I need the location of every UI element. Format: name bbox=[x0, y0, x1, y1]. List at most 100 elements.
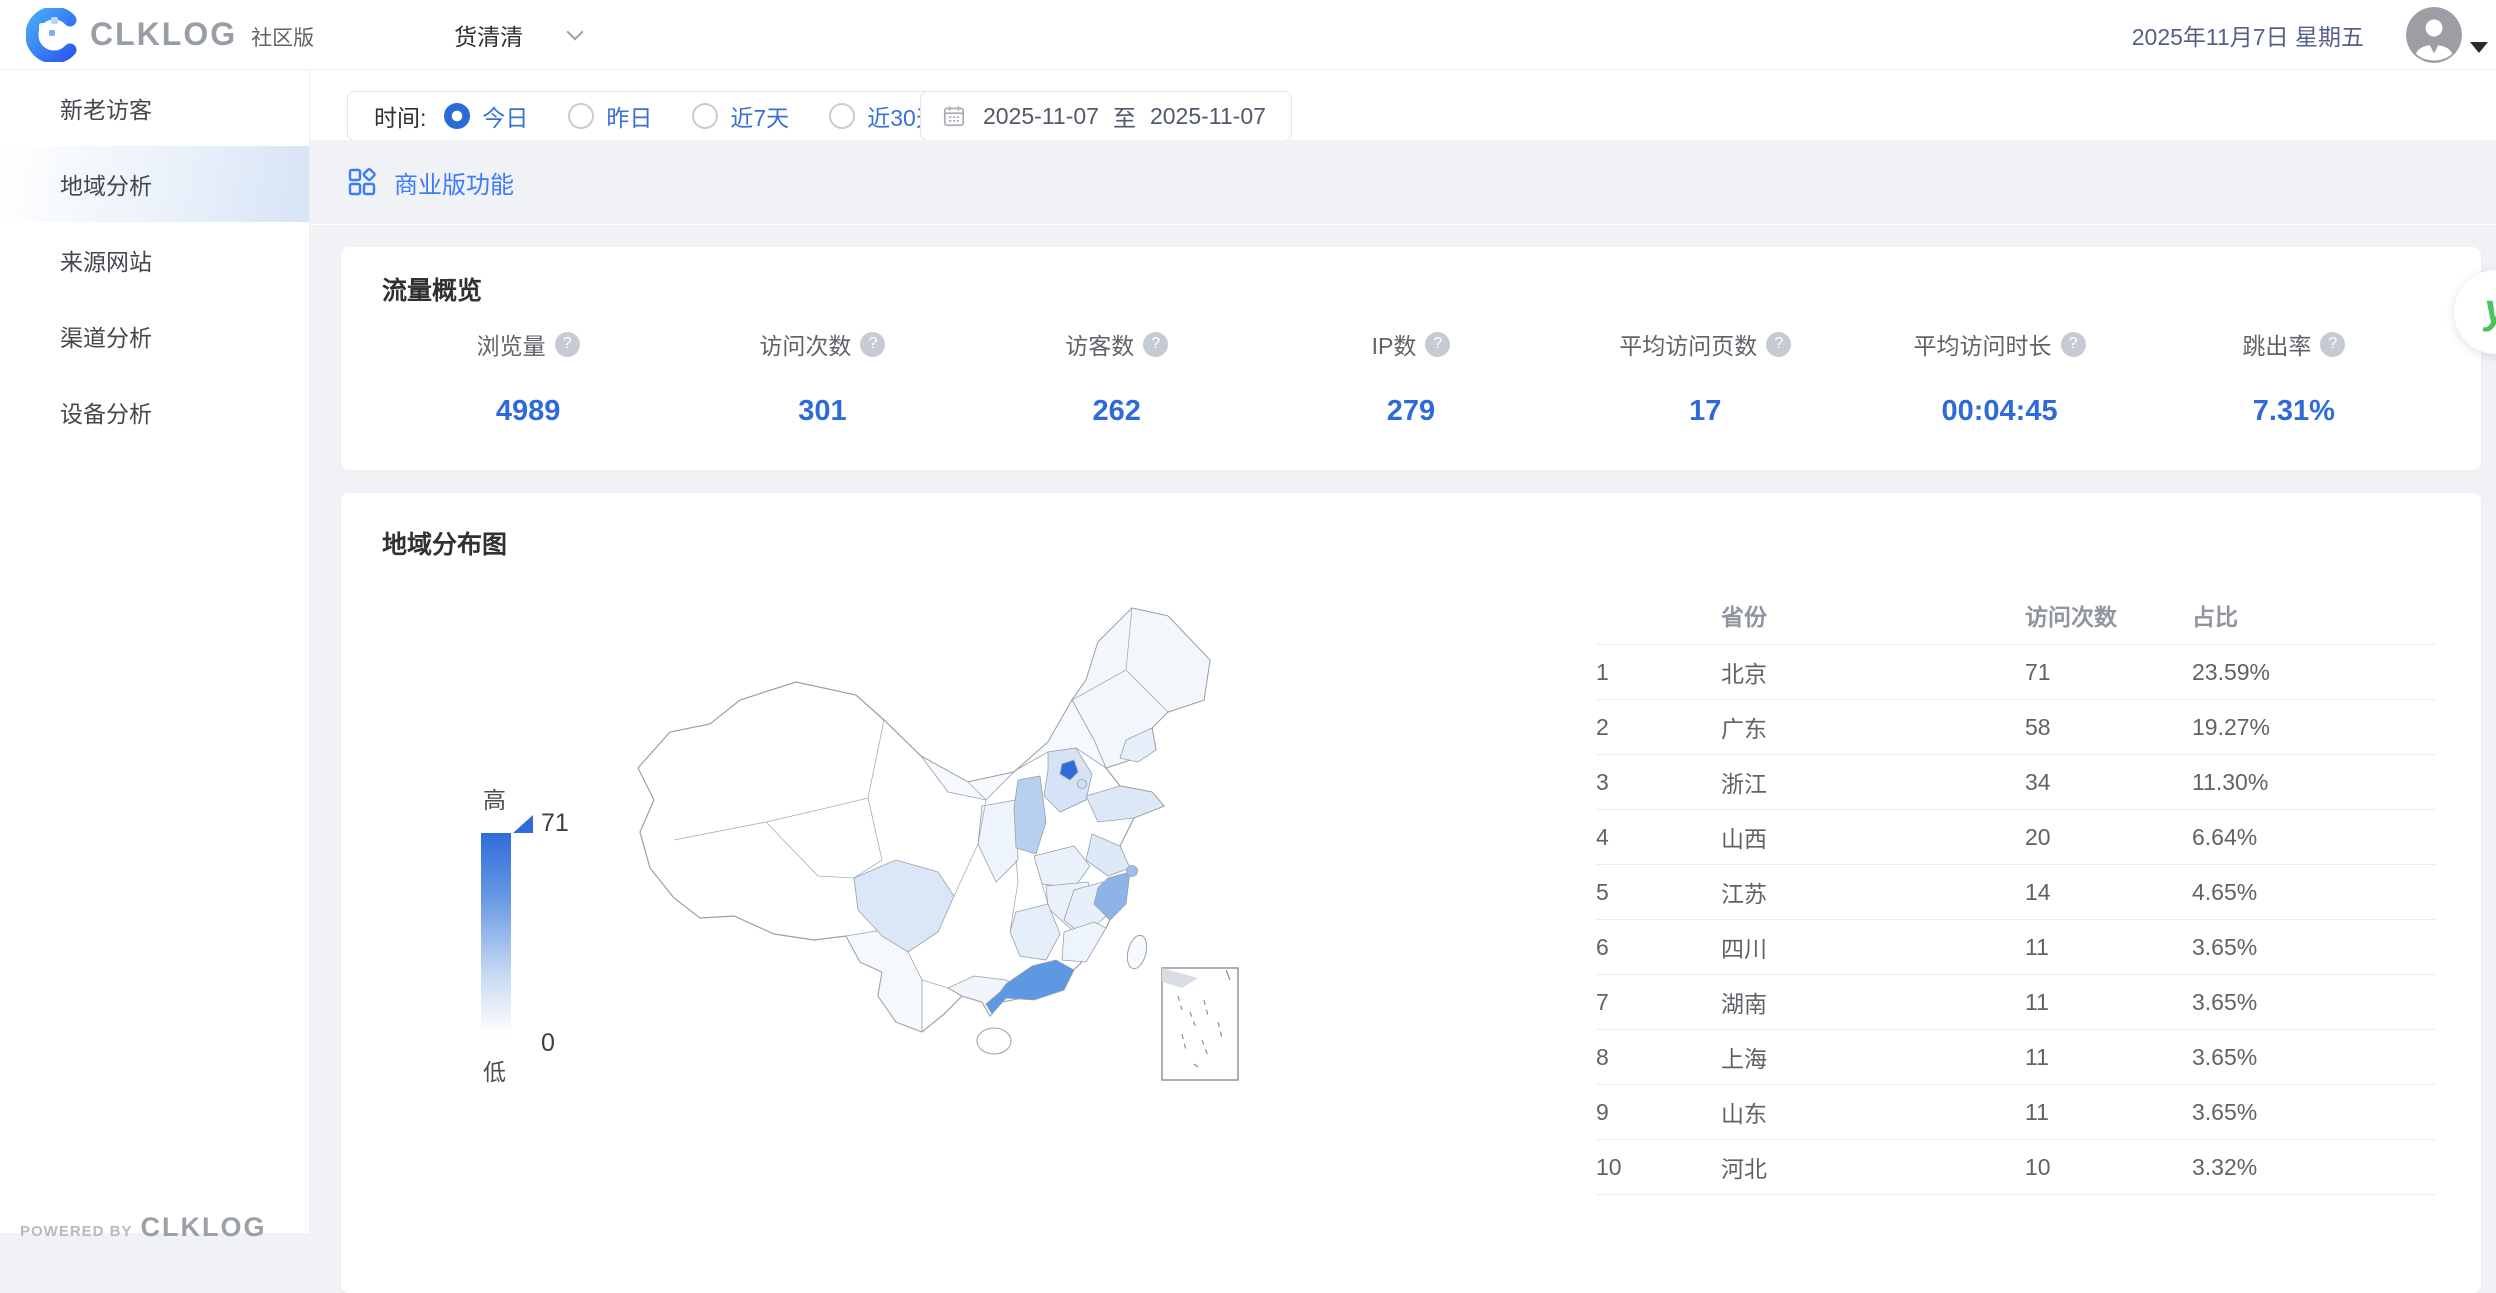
pct-cell: 3.65% bbox=[2192, 1099, 2436, 1126]
table-row: 8 上海 11 3.65% bbox=[1596, 1030, 2436, 1085]
metric-value[interactable]: 7.31% bbox=[2147, 395, 2441, 428]
province-cell: 四川 bbox=[1721, 930, 2025, 964]
table-row: 2 广东 58 19.27% bbox=[1596, 700, 2436, 755]
visits-cell: 11 bbox=[2025, 1099, 2192, 1126]
metric-label: 平均访问时长 bbox=[1914, 327, 2052, 361]
province-shanghai bbox=[1127, 866, 1138, 877]
sidebar-item[interactable]: 地域分析 bbox=[0, 146, 309, 222]
visits-cell: 11 bbox=[2025, 989, 2192, 1016]
rank-cell: 1 bbox=[1596, 659, 1721, 686]
project-selector[interactable]: 货清清 bbox=[454, 18, 581, 52]
china-map[interactable] bbox=[586, 560, 1266, 1105]
metric-value[interactable]: 279 bbox=[1264, 395, 1558, 428]
metric-label: 浏览量 bbox=[477, 327, 546, 361]
province-header: 省份 bbox=[1721, 598, 2025, 632]
table-row: 5 江苏 14 4.65% bbox=[1596, 865, 2436, 920]
metric: IP数 ? 279 bbox=[1264, 327, 1558, 428]
date-range-picker[interactable]: 2025-11-07 至 2025-11-07 bbox=[920, 91, 1292, 141]
radio-icon bbox=[568, 103, 594, 129]
metric-value[interactable]: 17 bbox=[1558, 395, 1852, 428]
table-row: 3 浙江 34 11.30% bbox=[1596, 755, 2436, 810]
app-header: CLKLOG 社区版 货清清 2025年11月7日 星期五 bbox=[0, 0, 2496, 70]
metric: 访问次数 ? 301 bbox=[675, 327, 969, 428]
province-cell: 山西 bbox=[1721, 820, 2025, 854]
rank-cell: 8 bbox=[1596, 1044, 1721, 1071]
province-cell: 北京 bbox=[1721, 655, 2025, 689]
project-name: 货清清 bbox=[454, 18, 523, 52]
calendar-icon bbox=[941, 103, 967, 129]
visits-cell: 34 bbox=[2025, 769, 2192, 796]
avatar[interactable] bbox=[2406, 7, 2462, 63]
pct-header: 占比 bbox=[2192, 598, 2436, 632]
visits-cell: 20 bbox=[2025, 824, 2192, 851]
pct-cell: 3.65% bbox=[2192, 1044, 2436, 1071]
visits-cell: 11 bbox=[2025, 1044, 2192, 1071]
sidebar-item[interactable]: 来源网站 bbox=[0, 222, 309, 298]
metric: 访客数 ? 262 bbox=[970, 327, 1264, 428]
province-cell: 山东 bbox=[1721, 1095, 2025, 1129]
legend-high-label: 高 bbox=[483, 781, 506, 815]
province-cell: 广东 bbox=[1721, 710, 2025, 744]
sidebar-item[interactable]: 渠道分析 bbox=[0, 298, 309, 374]
traffic-overview-card: 流量概览 浏览量 ? 4989 访问次数 ? 301 bbox=[341, 247, 2481, 470]
help-icon[interactable]: ? bbox=[2320, 332, 2345, 357]
chevron-down-icon bbox=[567, 23, 584, 40]
time-radio-option[interactable]: 今日 bbox=[444, 99, 528, 133]
region-title: 地域分布图 bbox=[382, 525, 507, 561]
date-separator: 至 bbox=[1113, 99, 1136, 133]
legend-min: 0 bbox=[541, 1029, 555, 1058]
grid-icon bbox=[346, 166, 378, 198]
visits-cell: 14 bbox=[2025, 879, 2192, 906]
sidebar-item[interactable]: 新老访客 bbox=[0, 70, 309, 146]
visits-cell: 58 bbox=[2025, 714, 2192, 741]
metric-value[interactable]: 301 bbox=[675, 395, 969, 428]
time-radio-option[interactable]: 近7天 bbox=[692, 99, 789, 133]
table-row: 9 山东 11 3.65% bbox=[1596, 1085, 2436, 1140]
metric-value[interactable]: 262 bbox=[970, 395, 1264, 428]
province-cell: 河北 bbox=[1721, 1150, 2025, 1184]
help-icon[interactable]: ? bbox=[1143, 332, 1168, 357]
rank-cell: 5 bbox=[1596, 879, 1721, 906]
table-row: 1 北京 71 23.59% bbox=[1596, 645, 2436, 700]
metric-value[interactable]: 00:04:45 bbox=[1852, 395, 2146, 428]
help-icon[interactable]: ? bbox=[2061, 332, 2086, 357]
sidebar-item[interactable]: 商业版功能 bbox=[310, 140, 2496, 224]
rank-cell: 7 bbox=[1596, 989, 1721, 1016]
date-start[interactable]: 2025-11-07 bbox=[983, 103, 1099, 130]
pct-cell: 4.65% bbox=[2192, 879, 2436, 906]
visits-cell: 71 bbox=[2025, 659, 2192, 686]
edition-badge: 社区版 bbox=[251, 22, 314, 52]
time-filter-label: 时间: bbox=[374, 99, 426, 133]
region-table: 省份 访问次数 占比 1 北京 71 23.59% 2 广东 bbox=[1596, 585, 2436, 1195]
help-icon[interactable]: ? bbox=[860, 332, 885, 357]
help-icon[interactable]: ? bbox=[1766, 332, 1791, 357]
radio-icon bbox=[444, 103, 470, 129]
metric-value[interactable]: 4989 bbox=[381, 395, 675, 428]
metric-label: 平均访问页数 bbox=[1619, 327, 1757, 361]
help-icon[interactable]: ? bbox=[555, 332, 580, 357]
region-distribution-card: 地域分布图 高 71 0 低 bbox=[341, 493, 2481, 1293]
pct-cell: 3.65% bbox=[2192, 989, 2436, 1016]
traffic-overview-title: 流量概览 bbox=[382, 271, 482, 307]
radio-icon bbox=[829, 103, 855, 129]
province-cell: 浙江 bbox=[1721, 765, 2025, 799]
table-row: 10 河北 10 3.32% bbox=[1596, 1140, 2436, 1195]
metric: 平均访问页数 ? 17 bbox=[1558, 327, 1852, 428]
help-icon[interactable]: ? bbox=[1425, 332, 1450, 357]
table-row: 6 四川 11 3.65% bbox=[1596, 920, 2436, 975]
metric: 跳出率 ? 7.31% bbox=[2147, 327, 2441, 428]
time-radio-option[interactable]: 昨日 bbox=[568, 99, 652, 133]
hainan-island bbox=[977, 1028, 1011, 1054]
rank-cell: 2 bbox=[1596, 714, 1721, 741]
radio-icon bbox=[692, 103, 718, 129]
legend-gradient-bar bbox=[481, 833, 511, 1035]
sidebar-item[interactable]: 设备分析 bbox=[0, 374, 309, 450]
user-menu-caret-icon[interactable] bbox=[2470, 42, 2488, 53]
date-end[interactable]: 2025-11-07 bbox=[1150, 103, 1266, 130]
rank-cell: 6 bbox=[1596, 934, 1721, 961]
pct-cell: 19.27% bbox=[2192, 714, 2436, 741]
province-cell: 湖南 bbox=[1721, 985, 2025, 1019]
visits-header: 访问次数 bbox=[2025, 598, 2192, 632]
powered-by: POWERED BY CLKLOG bbox=[20, 1212, 267, 1243]
sidebar: 数据概览 趋势分析 访客分析 新老访客 bbox=[0, 70, 310, 1233]
